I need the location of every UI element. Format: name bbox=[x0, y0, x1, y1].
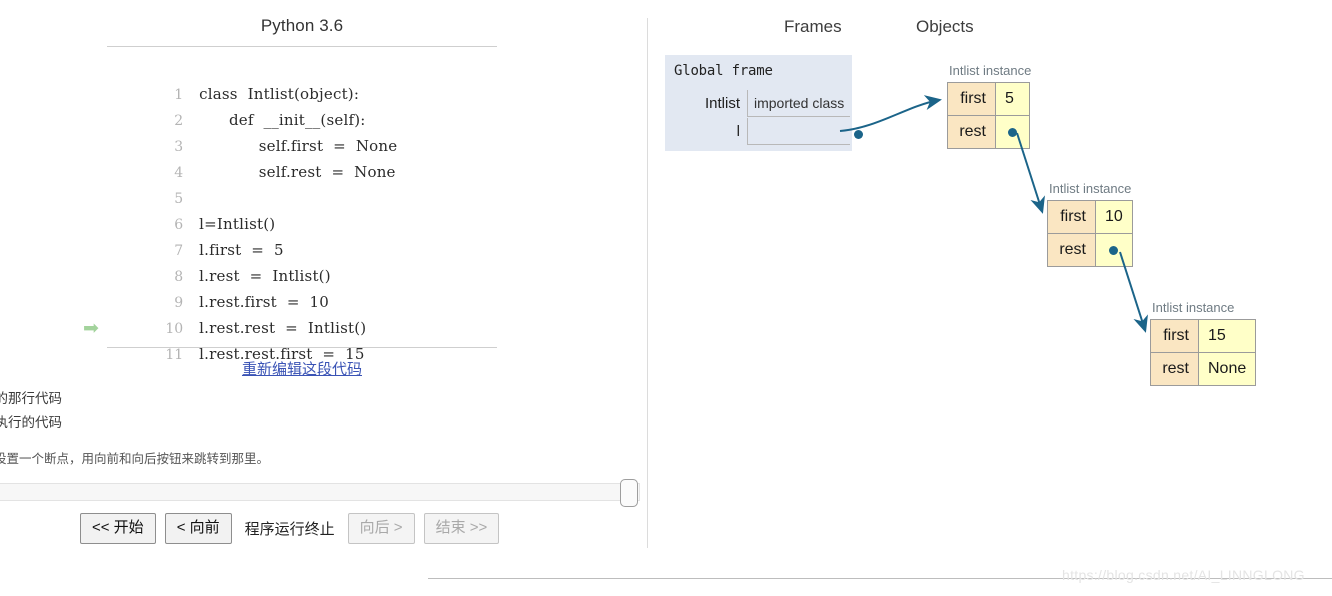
global-frame: Global frame Intlist imported class l bbox=[665, 55, 863, 151]
visualization-pane: Frames Objects Global frame Intlist impo… bbox=[647, 0, 1332, 596]
code-listing: 1 class Intlist(object): 2 def __init__(s… bbox=[83, 46, 497, 363]
object-type-label: Intlist instance bbox=[1049, 181, 1132, 196]
objects-column-header: Objects bbox=[916, 17, 974, 36]
frame-variable-name: Intlist bbox=[704, 95, 740, 112]
object-field-value: 10 bbox=[1095, 200, 1133, 234]
legend-next-line: 一行要执行的代码 bbox=[0, 415, 62, 430]
watermark: https://blog.csdn.net/AI_LINNGLONG bbox=[1062, 567, 1305, 583]
code-line[interactable]: 10 l.rest.rest = Intlist() bbox=[107, 289, 497, 337]
frames-column-header: Frames bbox=[784, 17, 842, 36]
frame-variable-value: imported class bbox=[747, 90, 850, 117]
frame-variable-value bbox=[747, 118, 850, 145]
object-field-key: rest bbox=[947, 115, 996, 149]
code-line[interactable]: 2 def __init__(self): bbox=[107, 81, 497, 129]
object-field-key: first bbox=[1047, 200, 1096, 234]
legend-just-executed: 刚执行的那行代码 bbox=[0, 391, 62, 406]
code-line[interactable]: 5 bbox=[107, 159, 497, 207]
object-field-row: first 10 bbox=[1047, 200, 1133, 234]
execution-status-text: 程序运行终止 bbox=[244, 521, 335, 538]
code-pane: Python 3.6 1 class Intlist(object): 2 def… bbox=[0, 0, 647, 596]
previous-step-button[interactable]: < 向前 bbox=[164, 513, 232, 544]
object-field-row: rest bbox=[1047, 233, 1133, 267]
object-type-label: Intlist instance bbox=[1152, 300, 1235, 315]
object-field-key: rest bbox=[1047, 233, 1096, 267]
object-field-key: first bbox=[1150, 319, 1199, 353]
pointer-dot-icon bbox=[1109, 245, 1119, 255]
first-step-button[interactable]: << 开始 bbox=[80, 513, 156, 544]
next-step-button: 向后 > bbox=[347, 513, 415, 544]
code-line-current[interactable]: ➡ 11 l.rest.rest.first = 15 bbox=[83, 315, 497, 363]
app-root: Python 3.6 1 class Intlist(object): 2 def… bbox=[0, 0, 1332, 596]
global-frame-title: Global frame bbox=[674, 63, 773, 79]
code-line[interactable]: 4 self.rest = None bbox=[107, 133, 497, 181]
execution-slider-handle[interactable] bbox=[620, 479, 638, 507]
object-field-value bbox=[1095, 233, 1133, 267]
object-field-row: first 5 bbox=[947, 82, 1030, 116]
current-line-arrow-icon: ➡ bbox=[83, 317, 99, 339]
object-field-row: first 15 bbox=[1150, 319, 1257, 353]
frame-variable-row: Intlist imported class bbox=[674, 90, 850, 118]
frame-pointer-dot-icon bbox=[854, 130, 863, 139]
code-line[interactable]: 1 class Intlist(object): bbox=[107, 55, 497, 103]
code-line[interactable]: 3 self.first = None bbox=[107, 107, 497, 155]
object-type-label: Intlist instance bbox=[949, 63, 1032, 78]
object-field-key: rest bbox=[1150, 352, 1199, 386]
object-fields-table: first 10 rest bbox=[1047, 200, 1133, 267]
edit-code-link[interactable]: 重新编辑这段代码 bbox=[107, 358, 497, 379]
object-field-value: 15 bbox=[1197, 319, 1257, 353]
frame-variable-row: l bbox=[674, 118, 850, 146]
object-field-key: first bbox=[947, 82, 996, 116]
execution-slider-track[interactable] bbox=[0, 483, 640, 501]
frame-variable-name: l bbox=[736, 123, 740, 140]
playback-controls: << 开始 < 向前 程序运行终止 向后 > 结束 >> bbox=[80, 513, 500, 544]
code-line[interactable]: 9 l.rest.first = 10 bbox=[107, 263, 497, 311]
last-step-button: 结束 >> bbox=[423, 513, 500, 544]
object-field-value: 5 bbox=[995, 82, 1030, 116]
object-field-row: rest None bbox=[1150, 352, 1257, 386]
arrow-global-to-obj1 bbox=[839, 95, 942, 132]
pointer-dot-icon bbox=[1008, 127, 1017, 137]
object-field-value: None bbox=[1197, 352, 1257, 386]
language-title: Python 3.6 bbox=[260, 16, 344, 35]
object-field-row: rest bbox=[947, 115, 1030, 149]
code-line[interactable]: 8 l.rest = Intlist() bbox=[107, 237, 497, 285]
code-line[interactable]: 6 l=Intlist() bbox=[107, 185, 497, 233]
object-fields-table: first 15 rest None bbox=[1150, 319, 1257, 386]
code-line[interactable]: 7 l.first = 5 bbox=[107, 211, 497, 259]
legend-breakpoint-hint: 行代码来设置一个断点，用向前和向后按钮来跳转到那里。 bbox=[0, 452, 270, 466]
object-field-value bbox=[995, 115, 1030, 149]
object-fields-table: first 5 rest bbox=[947, 82, 1030, 149]
